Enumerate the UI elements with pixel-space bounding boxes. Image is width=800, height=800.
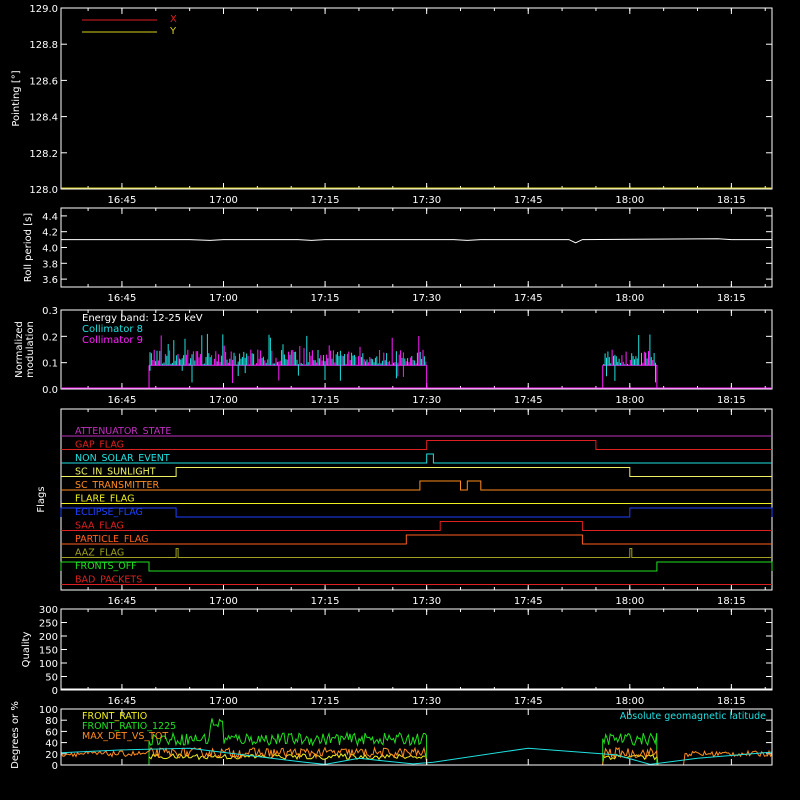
y-tick-label: 4.0 (42, 244, 58, 255)
flag-attenuator-state-label: ATTENUATOR_STATE (75, 426, 171, 437)
time-tick-label: 17:15 (311, 395, 340, 406)
time-tick-label: 18:15 (717, 293, 746, 304)
y-tick-label: 3.8 (42, 259, 58, 270)
time-tick-label: 16:45 (108, 293, 137, 304)
legend-label: Energy band: 12-25 keV (82, 313, 203, 324)
y-tick-label: 0.1 (42, 359, 58, 370)
time-tick-label: 17:15 (311, 596, 340, 607)
hessi-observing-summary: 16:45 17:00 17:15 17:30 17:45 18:00 18:15 128.0… (0, 0, 800, 800)
time-tick-label: 18:15 (717, 395, 746, 406)
time-tick-label: 17:30 (412, 596, 441, 607)
y-axis-label: Pointing [°] (11, 70, 22, 126)
time-tick-label: 16:45 (108, 395, 137, 406)
y-tick-label: 300 (39, 605, 58, 616)
legend-label: X (170, 14, 177, 25)
y-tick-label: 150 (39, 646, 58, 657)
time-tick-label: 18:00 (615, 395, 644, 406)
flag-eclipse-flag-label: ECLIPSE_FLAG (75, 507, 143, 518)
y-tick-label: 4.4 (42, 212, 58, 223)
y-tick-label: 0.2 (42, 332, 58, 343)
flag-particle-flag-label: PARTICLE_FLAG (75, 534, 148, 545)
y-tick-label: 128.0 (29, 185, 58, 196)
y-tick-label: 3.6 (42, 275, 58, 286)
time-tick-label: 17:45 (514, 696, 543, 707)
time-tick-label: 17:45 (514, 596, 543, 607)
y-tick-label: 0 (52, 761, 58, 772)
flag-saa-flag-label: SAA_FLAG (75, 521, 124, 532)
y-axis-label: Normalized (14, 321, 25, 378)
time-tick-label: 18:00 (615, 293, 644, 304)
y-tick-label: 0.0 (42, 385, 58, 396)
legend-label: Collimator 8 (82, 324, 143, 335)
flag-bad-packets-label: BAD_PACKETS (75, 575, 142, 586)
time-tick-label: 17:15 (311, 293, 340, 304)
time-tick-label: 17:45 (514, 195, 543, 206)
time-tick-label: 17:30 (412, 395, 441, 406)
y-tick-label: 128.6 (29, 76, 58, 87)
y-tick-label: 40 (45, 739, 58, 750)
y-tick-label: 100 (39, 659, 58, 670)
flag-sc-transmitter-label: SC_TRANSMITTER (75, 480, 160, 491)
legend-label: MAX_DET_VS_TOT (82, 731, 168, 742)
y-tick-label: 20 (45, 750, 58, 761)
flag-fronts-off-label: FRONTS_OFF (75, 561, 137, 572)
y-tick-label: 0.3 (42, 306, 58, 317)
y-tick-label: 200 (39, 632, 58, 643)
legend-label: Collimator 9 (82, 335, 143, 346)
time-tick-label: 18:15 (717, 596, 746, 607)
legend-label: Y (169, 26, 177, 37)
time-tick-label: 17:30 (412, 293, 441, 304)
time-tick-label: 18:00 (615, 195, 644, 206)
y-tick-label: 60 (45, 727, 58, 738)
time-tick-label: 17:15 (311, 195, 340, 206)
y-tick-label: 4.2 (42, 228, 58, 239)
time-tick-label: 17:45 (514, 395, 543, 406)
y-tick-label: 129.0 (29, 4, 58, 15)
time-tick-label: 16:45 (108, 596, 137, 607)
flag-aaz-flag-label: AAZ_FLAG (75, 548, 124, 559)
flag-gap-flag-label: GAP_FLAG (75, 440, 124, 451)
legend-label-geomag: Absolute geomagnetic latitude (620, 711, 766, 722)
time-tick-label: 17:00 (209, 395, 238, 406)
y-tick-label: 128.4 (29, 113, 58, 124)
time-tick-label: 17:30 (412, 195, 441, 206)
time-tick-label: 17:00 (209, 195, 238, 206)
flag-sc-in-sunlight-label: SC_IN_SUNLIGHT (75, 467, 156, 478)
time-tick-label: 17:15 (311, 696, 340, 707)
y-tick-label: 128.8 (29, 40, 58, 51)
time-tick-label: 17:00 (209, 293, 238, 304)
y-axis-label: Quality (21, 632, 32, 668)
time-tick-label: 16:45 (108, 696, 137, 707)
time-tick-label: 18:15 (717, 195, 746, 206)
y-tick-label: 250 (39, 619, 58, 630)
time-tick-label: 18:00 (615, 696, 644, 707)
y-axis-label: modulation (25, 321, 36, 378)
time-tick-label: 18:15 (717, 696, 746, 707)
time-tick-label: 17:00 (209, 696, 238, 707)
y-axis-label: Flags (36, 486, 47, 512)
time-tick-label: 17:30 (412, 696, 441, 707)
time-tick-label: 16:45 (108, 195, 137, 206)
time-tick-label: 17:00 (209, 596, 238, 607)
y-tick-label: 128.2 (29, 149, 58, 160)
y-tick-label: 80 (45, 716, 58, 727)
y-tick-label: 100 (39, 705, 58, 716)
y-axis-label: Degrees or % (10, 701, 21, 769)
time-tick-label: 18:00 (615, 596, 644, 607)
y-tick-label: 50 (45, 673, 58, 684)
time-tick-label: 17:45 (514, 293, 543, 304)
flag-non-solar-event-label: NON_SOLAR_EVENT (75, 453, 170, 464)
y-tick-label: 0 (52, 686, 58, 697)
flag-flare-flag-label: FLARE_FLAG (75, 494, 135, 505)
y-axis-label: Roll period [s] (23, 213, 34, 282)
